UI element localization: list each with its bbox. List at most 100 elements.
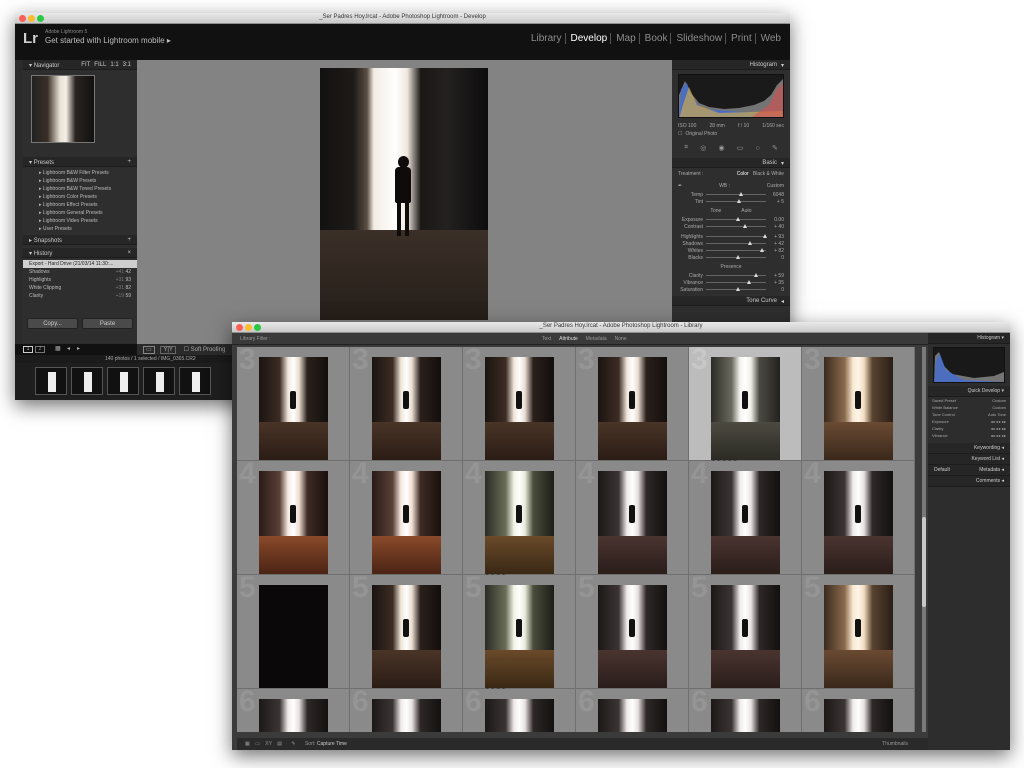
page-1-button[interactable]: 1 [23, 346, 33, 353]
slider-knob[interactable] [737, 199, 742, 203]
slider-track[interactable] [706, 234, 767, 238]
grid-thumbnail[interactable] [259, 471, 328, 574]
grid-cell[interactable]: 3★★★★★ [689, 347, 802, 465]
preset-folder[interactable]: ▸ Lightroom B&W Presets [23, 177, 137, 185]
original-photo-toggle[interactable]: ☐ Original Photo [672, 130, 790, 138]
crop-tool-icon[interactable]: ⌗ [684, 144, 688, 152]
slider-knob[interactable] [736, 217, 740, 221]
lib-histogram[interactable] [933, 347, 1005, 383]
grid-thumbnail[interactable] [372, 357, 441, 460]
slider-knob[interactable] [748, 241, 752, 245]
grid-thumbnail[interactable] [711, 357, 780, 460]
grid-cell[interactable]: 3 [350, 347, 463, 461]
module-web[interactable]: Web [758, 33, 784, 44]
grid-cell[interactable]: 4 [689, 457, 802, 575]
slider-value[interactable]: 6048 [766, 192, 784, 198]
develop-canvas[interactable] [137, 60, 672, 344]
qd-auto-tone-button[interactable]: Auto Tone [988, 412, 1006, 417]
grid-cell[interactable]: 3 [576, 347, 689, 461]
module-map[interactable]: Map [613, 33, 640, 44]
snapshots-header[interactable]: ▸ Snapshots + [23, 235, 137, 245]
grid-cell[interactable]: 6 [237, 685, 350, 732]
slider-value[interactable]: 0.00 [766, 217, 784, 223]
survey-view-icon[interactable]: ▤ [277, 741, 282, 747]
preset-folder[interactable]: ▸ Lightroom General Presets [23, 209, 137, 217]
slider-track[interactable] [706, 287, 766, 291]
forward-arrow-icon[interactable]: ▸ [77, 345, 80, 352]
grid-thumbnail[interactable] [485, 699, 554, 732]
module-print[interactable]: Print [728, 33, 756, 44]
preset-folder[interactable]: ▸ Lightroom Color Presets [23, 193, 137, 201]
filmstrip-thumb[interactable] [71, 367, 103, 395]
qd-wb-select[interactable]: Custom [992, 405, 1006, 410]
qd-exposure-buttons[interactable]: ◂◂ ◂ ▸ ▸▸ [991, 419, 1006, 424]
grid-cell[interactable]: 4 [237, 457, 350, 575]
slider-track[interactable] [706, 241, 766, 245]
grid-thumbnail[interactable] [485, 471, 554, 574]
grid-thumbnail[interactable] [598, 585, 667, 688]
grid-view-icon[interactable]: ▦ [55, 345, 61, 352]
grid-cell[interactable]: 6 [576, 685, 689, 732]
filter-tab-none[interactable]: None [615, 336, 627, 342]
slider-track[interactable] [706, 280, 766, 284]
slider-knob[interactable] [739, 192, 743, 196]
nav-1to1-button[interactable]: 1:1 [110, 62, 118, 68]
grid-thumbnail[interactable] [711, 585, 780, 688]
keyword-list-header[interactable]: Keyword List ◂ [928, 454, 1010, 465]
slider-knob[interactable] [746, 280, 751, 284]
slider-shadows[interactable]: Shadows + 42 [678, 241, 784, 247]
grid-thumbnail[interactable] [259, 699, 328, 732]
grid-cell[interactable]: 4 [802, 457, 915, 575]
history-item[interactable]: Highlights +31 93 [23, 276, 137, 284]
history-item[interactable]: White Clipping +31 82 [23, 284, 137, 292]
grid-cell[interactable]: 5 [689, 571, 802, 689]
grid-cell[interactable]: 6 [689, 685, 802, 732]
grid-cell[interactable]: 5★★★★ [463, 571, 576, 693]
back-arrow-icon[interactable]: ◂ [67, 345, 70, 352]
grid-thumbnail[interactable] [259, 357, 328, 460]
grid-thumbnail[interactable] [824, 357, 893, 460]
nav-fill-button[interactable]: FILL [94, 62, 106, 68]
copy-button[interactable]: Copy... [27, 318, 78, 329]
grid-view-icon[interactable]: ▦ [245, 741, 250, 747]
loupe-view-icon[interactable]: ▭ [143, 346, 155, 354]
grid-cell[interactable]: 5 [237, 571, 350, 689]
slider-saturation[interactable]: Saturation 0 [678, 287, 784, 293]
slider-knob[interactable] [743, 224, 748, 228]
filter-tab-metadata[interactable]: Metadata [586, 336, 607, 342]
painter-icon[interactable]: ✎ [291, 741, 295, 747]
wb-eyedropper-icon[interactable]: ✒ [678, 183, 682, 189]
loupe-view-icon[interactable]: ▭ [255, 741, 260, 747]
slider-value[interactable]: 0 [766, 255, 784, 261]
history-item[interactable]: Shadows +41 42 [23, 268, 137, 276]
grid-cell[interactable]: 5 [802, 571, 915, 689]
slider-vibrance[interactable]: Vibrance + 35 [678, 280, 784, 286]
grid-thumbnail[interactable] [824, 471, 893, 574]
filter-tab-attribute[interactable]: Attribute [559, 336, 578, 342]
slider-value[interactable]: + 82 [766, 248, 784, 254]
qd-vibrance-buttons[interactable]: ◂◂ ◂ ▸ ▸▸ [991, 433, 1006, 438]
grid-cell[interactable]: 6 [802, 685, 915, 732]
red-eye-icon[interactable]: ◉ [718, 144, 724, 152]
slider-track[interactable] [706, 273, 766, 277]
grid-cell[interactable]: 3 [802, 347, 915, 461]
treatment-bw[interactable]: Black & White [753, 171, 784, 177]
filmstrip-thumb[interactable] [35, 367, 67, 395]
keywording-header[interactable]: Keywording ◂ [928, 443, 1010, 454]
grid-thumbnail[interactable] [259, 585, 328, 688]
slider-knob[interactable] [754, 273, 758, 277]
sort-select[interactable]: Capture Time [317, 741, 347, 747]
preset-folder[interactable]: ▸ User Presets [23, 225, 137, 233]
slider-value[interactable]: + 5 [766, 199, 784, 205]
navigator-preview[interactable] [23, 75, 137, 153]
nav-3to1-button[interactable]: 3:1 [123, 62, 131, 68]
slider-track[interactable] [706, 199, 766, 203]
grid-thumbnail[interactable] [711, 699, 780, 732]
slider-whites[interactable]: Whites + 82 [678, 248, 784, 254]
mobile-prompt[interactable]: Get started with Lightroom mobile ▸ [45, 36, 171, 45]
slider-value[interactable]: + 59 [766, 273, 784, 279]
filmstrip-thumb[interactable] [107, 367, 139, 395]
module-slideshow[interactable]: Slideshow [673, 33, 727, 44]
presets-header[interactable]: ▾ Presets + [23, 157, 137, 167]
grid-cell[interactable]: 4 [350, 457, 463, 575]
